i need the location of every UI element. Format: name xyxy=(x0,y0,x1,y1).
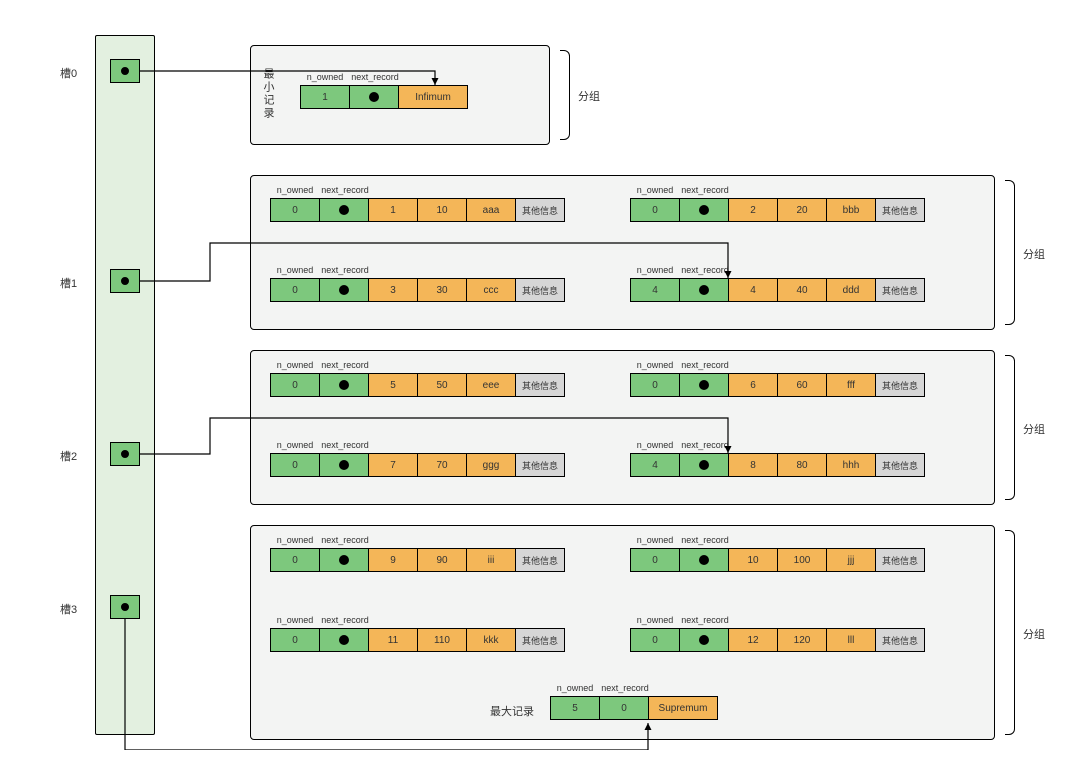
slot1-dot-icon xyxy=(121,277,129,285)
record-3: n_ownednext_record 0 3 30 ccc 其他信息 xyxy=(270,265,565,302)
supremum-payload: Supremum xyxy=(648,696,718,720)
record-2: n_ownednext_record 0 2 20 bbb 其他信息 xyxy=(630,185,925,222)
slot0-dot-icon xyxy=(121,67,129,75)
record-7: n_ownednext_record 0 7 70 ggg 其他信息 xyxy=(270,440,565,477)
slot0-label: 槽0 xyxy=(60,65,77,81)
infimum-record: n_ownednext_record 1 Infimum xyxy=(300,72,468,109)
brace-1 xyxy=(1005,180,1015,325)
slot3-box xyxy=(110,595,140,619)
record-10: n_ownednext_record 0 10 100 jjj 其他信息 xyxy=(630,535,925,572)
record-5: n_ownednext_record 0 5 50 eee 其他信息 xyxy=(270,360,565,397)
infimum-next-icon xyxy=(349,85,399,109)
brace-2 xyxy=(1005,355,1015,500)
diagram-stage: 槽0 槽1 槽2 槽3 最小记录 n_ownednext_record 1 In… xyxy=(20,30,1060,750)
supremum-next: 0 xyxy=(599,696,649,720)
slot2-label: 槽2 xyxy=(60,448,77,464)
brace-1-label: 分组 xyxy=(1023,246,1045,262)
infimum-nowned: 1 xyxy=(300,85,350,109)
slot3-label: 槽3 xyxy=(60,601,77,617)
slot2-box xyxy=(110,442,140,466)
slot1-label: 槽1 xyxy=(60,275,77,291)
brace-3-label: 分组 xyxy=(1023,626,1045,642)
page-directory xyxy=(95,35,155,735)
slot1-box xyxy=(110,269,140,293)
supremum-record: n_ownednext_record 5 0 Supremum xyxy=(550,683,718,720)
brace-2-label: 分组 xyxy=(1023,421,1045,437)
record-12: n_ownednext_record 0 12 120 lll 其他信息 xyxy=(630,615,925,652)
brace-3 xyxy=(1005,530,1015,735)
record-9: n_ownednext_record 0 9 90 iii 其他信息 xyxy=(270,535,565,572)
slot3-dot-icon xyxy=(121,603,129,611)
record-8: n_ownednext_record 4 8 80 hhh 其他信息 xyxy=(630,440,925,477)
min-record-label: 最小记录 xyxy=(260,68,276,120)
infimum-payload: Infimum xyxy=(398,85,468,109)
supremum-nowned: 5 xyxy=(550,696,600,720)
slot2-dot-icon xyxy=(121,450,129,458)
brace-0 xyxy=(560,50,570,140)
record-4: n_ownednext_record 4 4 40 ddd 其他信息 xyxy=(630,265,925,302)
record-1: n_ownednext_record 0 1 10 aaa 其他信息 xyxy=(270,185,565,222)
slot0-box xyxy=(110,59,140,83)
record-6: n_ownednext_record 0 6 60 fff 其他信息 xyxy=(630,360,925,397)
brace-0-label: 分组 xyxy=(578,88,600,104)
max-record-label: 最大记录 xyxy=(490,703,534,719)
record-11: n_ownednext_record 0 11 110 kkk 其他信息 xyxy=(270,615,565,652)
